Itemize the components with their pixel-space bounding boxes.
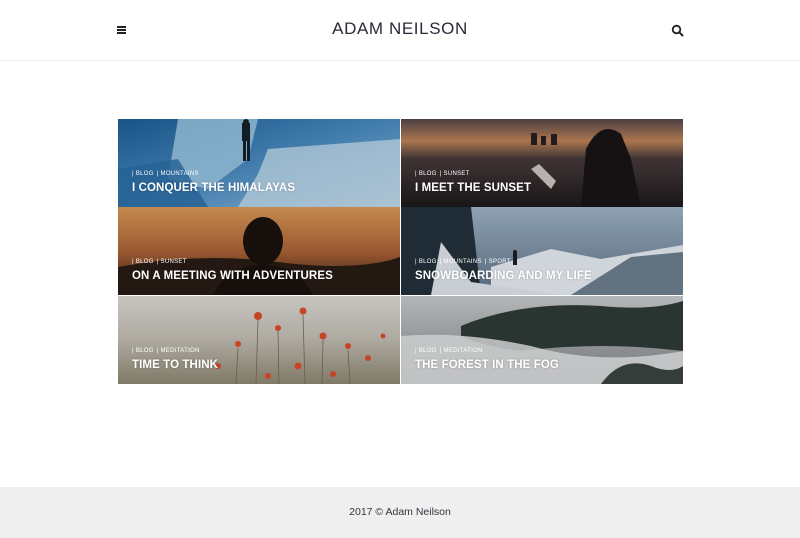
post-title[interactable]: ON A MEETING WITH ADVENTURES: [132, 270, 333, 282]
post-title[interactable]: I MEET THE SUNSET: [415, 182, 531, 194]
post-categories: | BLOG | MEDITATION: [132, 348, 203, 354]
post-categories: | BLOG | MEDITATION: [415, 348, 486, 354]
post-tile[interactable]: | BLOG | MOUNTAINS | SPORT SNOWBOARDING AN…: [401, 207, 683, 295]
category-link[interactable]: | MEDITATION: [440, 348, 483, 354]
category-link[interactable]: | MOUNTAINS: [440, 259, 482, 265]
category-link[interactable]: | BLOG: [132, 348, 154, 354]
copyright-text: 2017 © Adam Neilson: [349, 506, 451, 518]
category-link[interactable]: | SPORT: [485, 259, 511, 265]
post-tile[interactable]: | BLOG | MEDITATION TIME TO THINK: [118, 296, 400, 384]
category-link[interactable]: | MEDITATION: [157, 348, 200, 354]
category-link[interactable]: | MOUNTAINS: [157, 171, 199, 177]
post-tile[interactable]: | BLOG | MEDITATION THE FOREST IN THE FOG: [401, 296, 683, 384]
post-tile[interactable]: | BLOG | MOUNTAINS I CONQUER THE HIMALAYA…: [118, 119, 400, 207]
post-categories: | BLOG | MOUNTAINS | SPORT: [415, 259, 514, 265]
search-icon[interactable]: [671, 24, 684, 37]
post-categories: | BLOG | SUNSET: [415, 171, 473, 177]
category-link[interactable]: | BLOG: [132, 259, 154, 265]
category-link[interactable]: | BLOG: [415, 348, 437, 354]
site-header: ADAM NEILSON: [0, 0, 800, 61]
post-title[interactable]: SNOWBOARDING AND MY LIFE: [415, 270, 592, 282]
post-title[interactable]: I CONQUER THE HIMALAYAS: [132, 182, 295, 194]
category-link[interactable]: | BLOG: [415, 259, 437, 265]
site-footer: 2017 © Adam Neilson: [0, 487, 800, 538]
category-link[interactable]: | SUNSET: [157, 259, 187, 265]
category-link[interactable]: | SUNSET: [440, 171, 470, 177]
post-categories: | BLOG | SUNSET: [132, 259, 190, 265]
post-title[interactable]: TIME TO THINK: [132, 359, 218, 371]
post-tile[interactable]: | BLOG | SUNSET I MEET THE SUNSET: [401, 119, 683, 207]
category-link[interactable]: | BLOG: [415, 171, 437, 177]
post-categories: | BLOG | MOUNTAINS: [132, 171, 202, 177]
category-link[interactable]: | BLOG: [132, 171, 154, 177]
post-title[interactable]: THE FOREST IN THE FOG: [415, 359, 559, 371]
post-tile[interactable]: | BLOG | SUNSET ON A MEETING WITH ADVENTU…: [118, 207, 400, 295]
post-grid: | BLOG | MOUNTAINS I CONQUER THE HIMALAYA…: [118, 119, 683, 384]
